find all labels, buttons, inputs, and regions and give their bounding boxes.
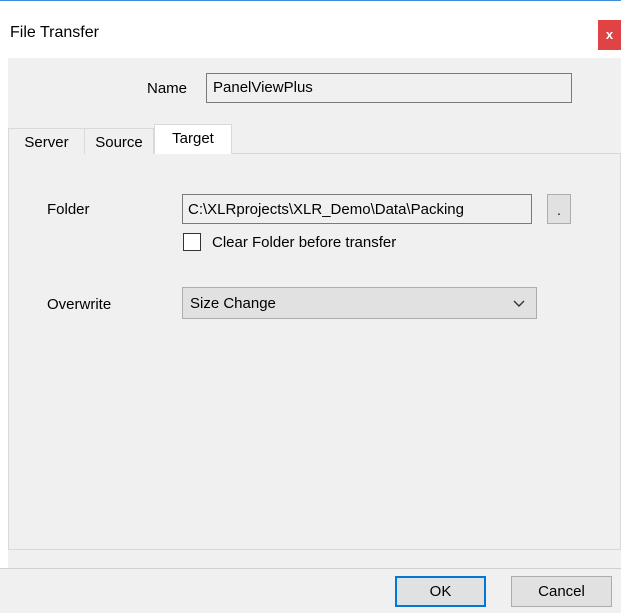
name-label: Name <box>147 80 188 97</box>
tab-source[interactable]: Source <box>85 128 154 154</box>
overwrite-select[interactable]: Size Change <box>182 287 537 319</box>
folder-input[interactable]: C:\XLRprojects\XLR_Demo\Data\Packing <box>182 194 532 224</box>
tab-server[interactable]: Server <box>8 128 85 154</box>
tab-target[interactable]: Target <box>154 124 232 154</box>
cancel-button[interactable]: Cancel <box>511 576 612 607</box>
clear-folder-label[interactable]: Clear Folder before transfer <box>212 234 396 251</box>
window-title: File Transfer <box>10 24 99 41</box>
overwrite-label: Overwrite <box>47 296 112 313</box>
folder-label: Folder <box>47 201 90 218</box>
chevron-down-icon <box>513 300 525 307</box>
name-input[interactable]: PanelViewPlus <box>206 73 572 103</box>
browse-folder-button[interactable]: . <box>547 194 571 224</box>
clear-folder-checkbox[interactable] <box>183 233 201 251</box>
ok-button[interactable]: OK <box>395 576 486 607</box>
overwrite-selected-value: Size Change <box>190 295 276 312</box>
close-button[interactable]: x <box>598 20 621 50</box>
title-bar: File Transfer <box>0 0 621 58</box>
